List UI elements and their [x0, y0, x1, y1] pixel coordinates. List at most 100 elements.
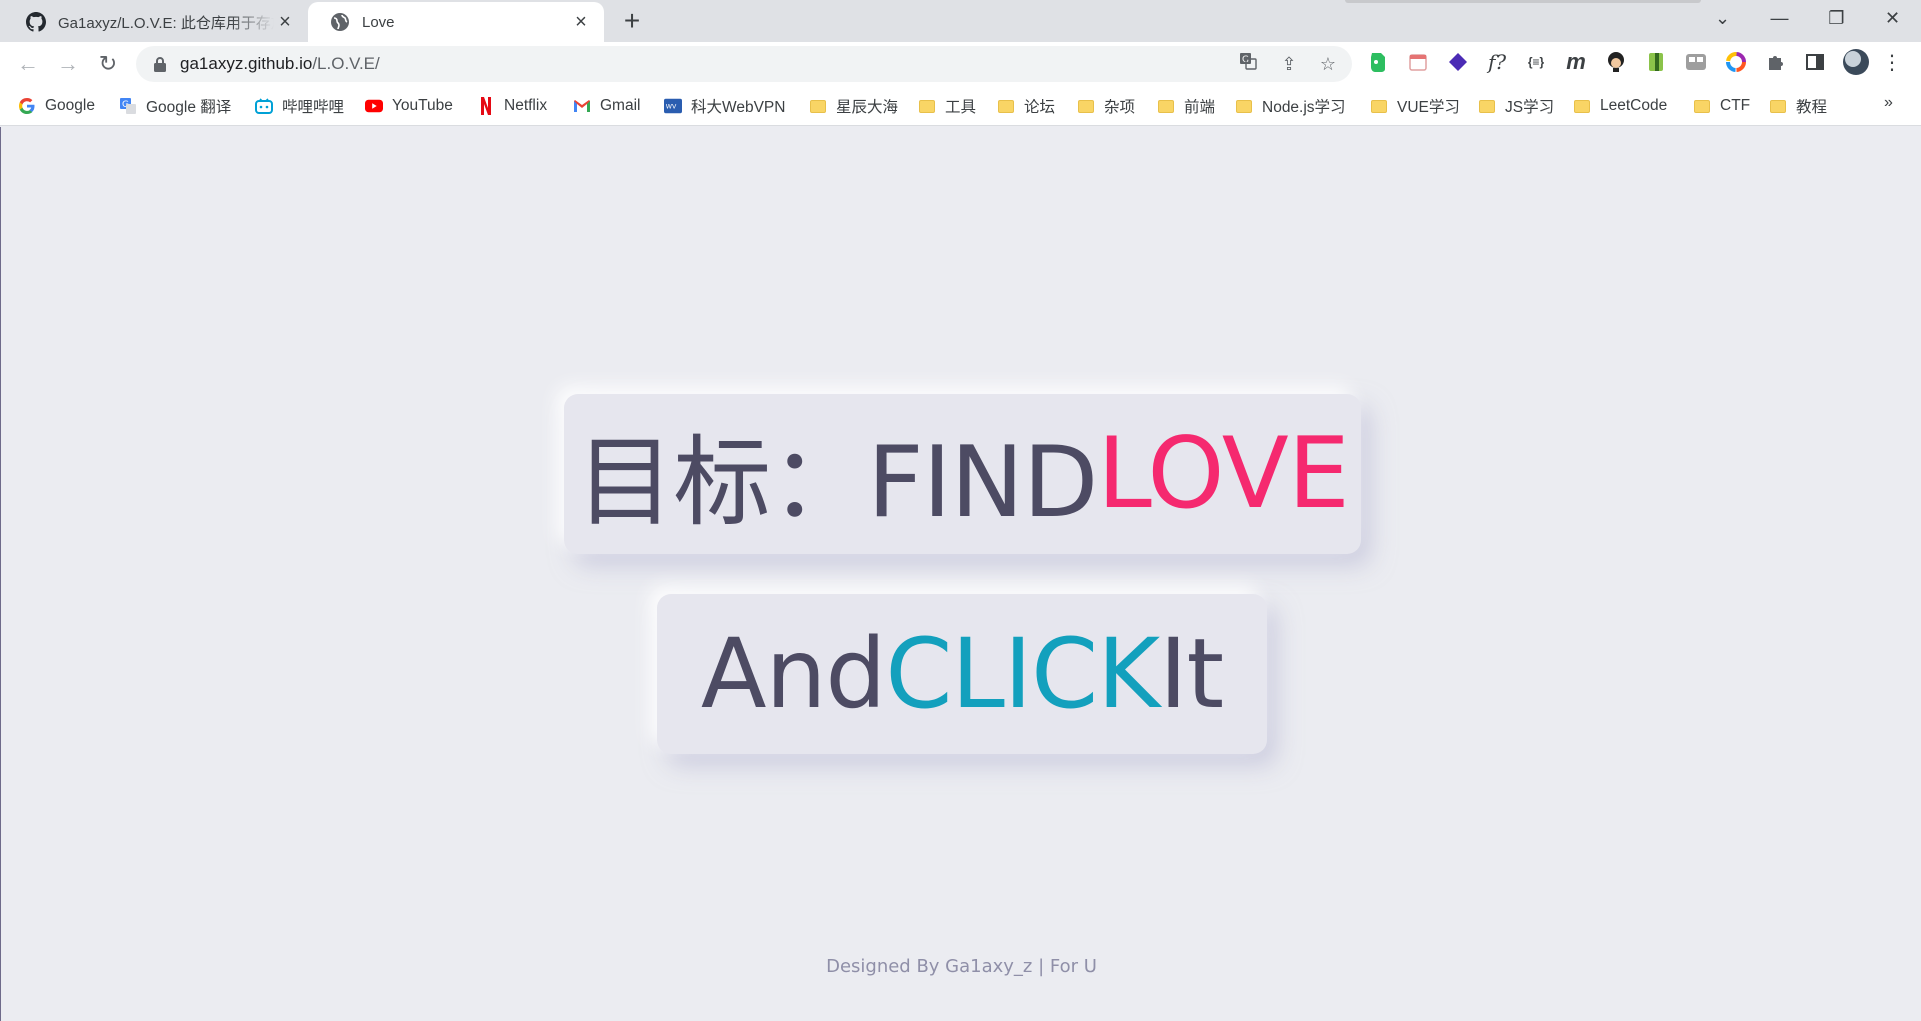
bookmark-label: 星辰大海: [836, 99, 899, 116]
page-content: 目标：FIND LOVE And CLICK It Designed By Ga…: [0, 127, 1921, 1021]
bookmark-webvpn[interactable]: WV 科大WebVPN: [664, 92, 785, 120]
bookmark-google-translate[interactable]: G Google 翻译: [119, 92, 231, 120]
bookmark-folder[interactable]: 教程: [1769, 92, 1827, 120]
bookmark-label: 论坛: [1024, 99, 1056, 116]
bookmark-folder[interactable]: CTF: [1693, 92, 1750, 120]
folder-icon: [1370, 97, 1388, 115]
bookmark-folder[interactable]: 工具: [918, 92, 976, 120]
lock-icon: [154, 57, 166, 72]
click-text-suffix: It: [1159, 618, 1224, 730]
bookmark-label: VUE学习: [1397, 99, 1460, 116]
layers-icon[interactable]: [1446, 50, 1470, 74]
bookmark-youtube[interactable]: YouTube: [365, 92, 453, 120]
click-text-prefix: And: [700, 618, 886, 730]
goal-heading: 目标：FIND LOVE: [564, 394, 1361, 554]
bookmark-label: 工具: [945, 99, 977, 116]
youtube-icon: [365, 97, 383, 115]
bookmark-label: LeetCode: [1600, 97, 1668, 114]
bookmark-star-icon[interactable]: ☆: [1315, 51, 1341, 77]
calendar-icon[interactable]: [1406, 50, 1430, 74]
globe-icon: [331, 13, 349, 31]
strip-shadow: [1345, 0, 1701, 3]
folder-icon: [997, 97, 1015, 115]
restore-icon[interactable]: ❐: [1808, 0, 1865, 36]
url-host: ga1axyz.github.io: [180, 54, 313, 73]
folder-icon: [1157, 97, 1175, 115]
folder-icon: [1693, 97, 1711, 115]
bookmark-label: 哔哩哔哩: [282, 99, 345, 116]
bookmark-label: Gmail: [600, 97, 641, 114]
json-ext-icon[interactable]: {≡}: [1524, 50, 1548, 74]
bookmark-label: YouTube: [392, 97, 453, 114]
svg-text:WV: WV: [666, 104, 677, 111]
bookmark-label: CTF: [1720, 97, 1751, 114]
bookmark-folder[interactable]: LeetCode: [1573, 92, 1667, 120]
browser-window: Ga1axyz/L.O.V.E: 此仓库用于存放 × Love × + ⌄ — …: [0, 0, 1921, 1021]
folder-icon: [1478, 97, 1496, 115]
reload-icon[interactable]: ↻: [94, 50, 122, 78]
back-icon[interactable]: ←: [14, 50, 42, 78]
click-button[interactable]: And CLICK It: [657, 594, 1267, 754]
bookmark-label: Netflix: [504, 97, 548, 114]
sidebar-icon[interactable]: [1803, 50, 1827, 74]
bookmark-label: Google: [45, 97, 95, 114]
bookmark-label: 科大WebVPN: [691, 99, 786, 116]
bookmark-label: 杂项: [1104, 99, 1136, 116]
puzzle-icon[interactable]: [1764, 50, 1788, 74]
close-tab-icon[interactable]: ×: [274, 11, 296, 33]
folder-icon: [1573, 97, 1591, 115]
new-tab-button[interactable]: +: [618, 7, 646, 35]
bookmark-folder[interactable]: JS学习: [1478, 92, 1554, 120]
tab-title: Ga1axyz/L.O.V.E: 此仓库用于存放: [58, 14, 274, 32]
avatar-ext-icon[interactable]: [1604, 50, 1628, 74]
bookmark-label: JS学习: [1505, 99, 1555, 116]
folder-icon: [918, 97, 936, 115]
translate-icon[interactable]: G: [1235, 51, 1261, 77]
bookmark-netflix[interactable]: Netflix: [477, 92, 547, 120]
bookmark-folder[interactable]: 星辰大海: [809, 92, 898, 120]
tab-title: Love: [362, 13, 395, 31]
forward-icon[interactable]: →: [54, 50, 82, 78]
address-bar[interactable]: ga1axyz.github.io/L.O.V.E/ G ⇪ ☆: [136, 46, 1352, 82]
tab-love[interactable]: Love ×: [308, 2, 604, 42]
bilibili-icon: [255, 97, 273, 115]
m-ext-icon[interactable]: m: [1564, 49, 1588, 74]
bookmark-label: 前端: [1184, 99, 1216, 116]
bookmark-bilibili[interactable]: 哔哩哔哩: [255, 92, 344, 120]
folder-icon: [1077, 97, 1095, 115]
bookmark-label: Node.js学习: [1262, 99, 1346, 116]
bookmark-folder[interactable]: VUE学习: [1370, 92, 1460, 120]
bookmark-folder[interactable]: 杂项: [1077, 92, 1135, 120]
folder-icon: [1769, 97, 1787, 115]
bookmark-google[interactable]: Google: [18, 92, 95, 120]
bookmark-folder[interactable]: Node.js学习: [1235, 92, 1346, 120]
bookmark-folder[interactable]: 前端: [1157, 92, 1215, 120]
toolbar: ← → ↻ ga1axyz.github.io/L.O.V.E/ G ⇪ ☆ f…: [0, 42, 1921, 86]
github-icon: [26, 12, 46, 32]
folder-icon: [1235, 97, 1253, 115]
gmail-icon: [573, 97, 591, 115]
tab-github[interactable]: Ga1axyz/L.O.V.E: 此仓库用于存放 ×: [4, 2, 308, 42]
webvpn-icon: WV: [664, 97, 682, 115]
profile-icon[interactable]: [1842, 48, 1870, 76]
share-icon[interactable]: ⇪: [1276, 51, 1302, 77]
formula-ext-icon[interactable]: f?: [1485, 50, 1509, 74]
window-close-icon[interactable]: ✕: [1864, 0, 1921, 36]
bookmarks-bar: Google G Google 翻译 哔哩哔哩 YouTube Netflix: [0, 86, 1921, 126]
green-ext-icon[interactable]: [1644, 50, 1668, 74]
folder-icon: [809, 97, 827, 115]
minimize-icon[interactable]: —: [1751, 0, 1808, 36]
translate-icon: G: [119, 97, 137, 115]
close-tab-icon[interactable]: ×: [570, 11, 592, 33]
bookmark-folder[interactable]: 论坛: [997, 92, 1055, 120]
tab-strip: Ga1axyz/L.O.V.E: 此仓库用于存放 × Love × + ⌄ — …: [0, 0, 1921, 42]
google-icon: [18, 97, 36, 115]
menu-icon[interactable]: ⋮: [1880, 50, 1904, 74]
color-ring-icon[interactable]: [1724, 50, 1748, 74]
bookmarks-more-icon[interactable]: »: [1884, 94, 1893, 112]
evernote-icon[interactable]: [1366, 50, 1390, 74]
grid-ext-icon[interactable]: [1684, 50, 1708, 74]
tab-search-icon[interactable]: ⌄: [1694, 0, 1751, 36]
url-text: ga1axyz.github.io/L.O.V.E/: [180, 54, 380, 74]
bookmark-gmail[interactable]: Gmail: [573, 92, 640, 120]
